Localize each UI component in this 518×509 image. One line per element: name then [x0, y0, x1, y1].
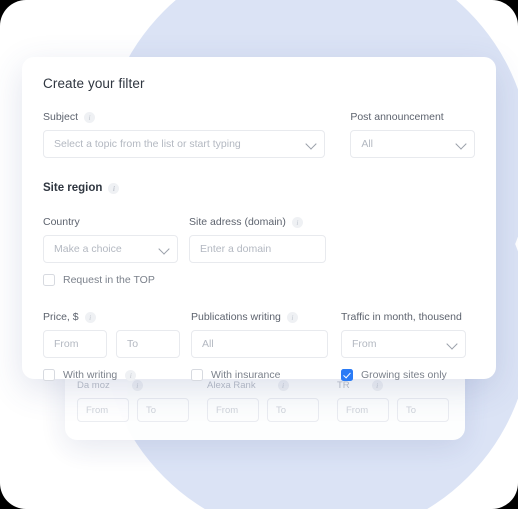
label-publications-writing-text: Publications writing	[191, 311, 281, 323]
field-country: Country Make a choice	[43, 212, 178, 263]
label-site-address: Site adress (domain) i	[189, 216, 303, 228]
label-price-text: Price, $	[43, 311, 79, 323]
background-label-tr: TR i	[337, 380, 449, 391]
field-post-announcement: Post announcement All	[350, 107, 475, 158]
info-icon[interactable]: i	[84, 111, 96, 123]
background-input-damoz-from[interactable]: From	[77, 398, 129, 422]
info-icon[interactable]: i	[131, 380, 143, 391]
checkbox-growing-sites-only[interactable]: Growing sites only	[341, 369, 466, 381]
info-icon[interactable]: i	[108, 182, 120, 194]
info-icon[interactable]: i	[286, 311, 298, 323]
info-icon[interactable]: i	[277, 380, 289, 391]
label-publications-writing: Publications writing i	[191, 311, 298, 323]
country-select[interactable]: Make a choice	[43, 235, 178, 263]
info-icon[interactable]: i	[291, 216, 303, 228]
traffic-select[interactable]: From	[341, 330, 466, 358]
info-icon[interactable]: i	[125, 369, 137, 381]
background-label-alexa-rank-text: Alexa Rank	[207, 380, 256, 391]
background-field-group-alexa-rank: Alexa Rank i From To	[207, 380, 319, 422]
field-traffic: Traffic in month, thousend From Growing …	[341, 307, 466, 381]
checkbox-box-with-insurance[interactable]	[191, 369, 203, 381]
checkbox-request-in-top[interactable]: Request in the TOP	[43, 274, 475, 286]
background-label-damoz-text: Da moz	[77, 380, 110, 391]
section-site-region: Site region i	[43, 178, 475, 201]
background-field-group-damoz: Da moz i From To	[77, 380, 189, 422]
background-label-alexa-rank: Alexa Rank i	[207, 380, 319, 391]
background-input-tr-from[interactable]: From	[337, 398, 389, 422]
info-icon[interactable]: i	[84, 311, 96, 323]
site-address-placeholder: Enter a domain	[200, 243, 272, 255]
background-label-damoz: Da moz i	[77, 380, 189, 391]
page-title: Create your filter	[43, 76, 145, 91]
page-canvas: Da moz i From To Alexa Rank i From To TR…	[0, 0, 518, 509]
label-country: Country	[43, 216, 80, 228]
traffic-select-value: From	[352, 338, 377, 350]
label-traffic-text: Traffic in month, thousend	[341, 311, 462, 323]
label-post-announcement-text: Post announcement	[350, 111, 444, 123]
price-range-inputs: From To	[43, 330, 180, 358]
site-address-input[interactable]: Enter a domain	[189, 235, 326, 263]
checkbox-box-request-in-top[interactable]	[43, 274, 55, 286]
label-traffic: Traffic in month, thousend	[341, 311, 462, 323]
background-inputs-tr: From To	[337, 398, 449, 422]
subject-select-value: Select a topic from the list or start ty…	[54, 138, 241, 150]
field-price: Price, $ i From To With writing i	[43, 307, 180, 381]
publications-writing-input[interactable]: All	[191, 330, 328, 358]
background-input-alexa-rank-from[interactable]: From	[207, 398, 259, 422]
field-subject: Subject i Select a topic from the list o…	[43, 107, 326, 158]
chevron-down-icon	[446, 338, 458, 350]
checkbox-label-request-in-top: Request in the TOP	[63, 274, 155, 286]
background-label-tr-text: TR	[337, 380, 350, 391]
label-post-announcement: Post announcement	[350, 111, 443, 123]
checkbox-label-with-writing: With writing	[63, 369, 118, 381]
checkbox-with-insurance[interactable]: With insurance	[191, 369, 328, 381]
background-input-alexa-rank-to[interactable]: To	[267, 398, 319, 422]
label-price: Price, $ i	[43, 311, 96, 323]
filter-form: Subject i Select a topic from the list o…	[43, 107, 475, 381]
checkbox-box-with-writing[interactable]	[43, 369, 55, 381]
price-to-input[interactable]: To	[116, 330, 180, 358]
field-site-address: Site adress (domain) i Enter a domain	[189, 212, 326, 263]
subject-select[interactable]: Select a topic from the list or start ty…	[43, 130, 326, 158]
post-announcement-value: All	[361, 138, 373, 150]
checkbox-box-growing-sites-only[interactable]	[341, 369, 353, 381]
form-row-site-region: Country Make a choice Site adress (domai…	[43, 212, 475, 263]
checkbox-with-writing[interactable]: With writing i	[43, 369, 180, 381]
background-field-group-tr: TR i From To	[337, 380, 449, 422]
chevron-down-icon	[158, 243, 170, 255]
field-publications-writing: Publications writing i All With insuranc…	[191, 307, 328, 381]
checkbox-label-with-insurance: With insurance	[211, 369, 281, 381]
create-filter-card: Create your filter Subject i Select a to…	[22, 57, 496, 381]
chevron-down-icon	[455, 138, 467, 150]
background-input-damoz-to[interactable]: To	[137, 398, 189, 422]
post-announcement-select[interactable]: All	[350, 130, 475, 158]
label-site-region-text: Site region	[43, 182, 103, 194]
checkbox-label-growing-sites-only: Growing sites only	[361, 369, 447, 381]
chevron-down-icon	[305, 138, 317, 150]
form-row-price-traffic: Price, $ i From To With writing i Public…	[43, 307, 475, 381]
background-inputs-damoz: From To	[77, 398, 189, 422]
form-row-subject: Subject i Select a topic from the list o…	[43, 107, 475, 158]
label-site-region: Site region i	[43, 182, 120, 194]
background-metrics-row: Da moz i From To Alexa Rank i From To TR…	[65, 380, 465, 422]
background-input-tr-to[interactable]: To	[397, 398, 449, 422]
label-country-text: Country	[43, 216, 80, 228]
info-icon[interactable]: i	[371, 380, 383, 391]
label-subject-text: Subject	[43, 111, 79, 123]
label-subject: Subject i	[43, 111, 96, 123]
background-inputs-alexa-rank: From To	[207, 398, 319, 422]
price-from-input[interactable]: From	[43, 330, 107, 358]
label-site-address-text: Site adress (domain)	[189, 216, 286, 228]
country-select-value: Make a choice	[54, 243, 122, 255]
